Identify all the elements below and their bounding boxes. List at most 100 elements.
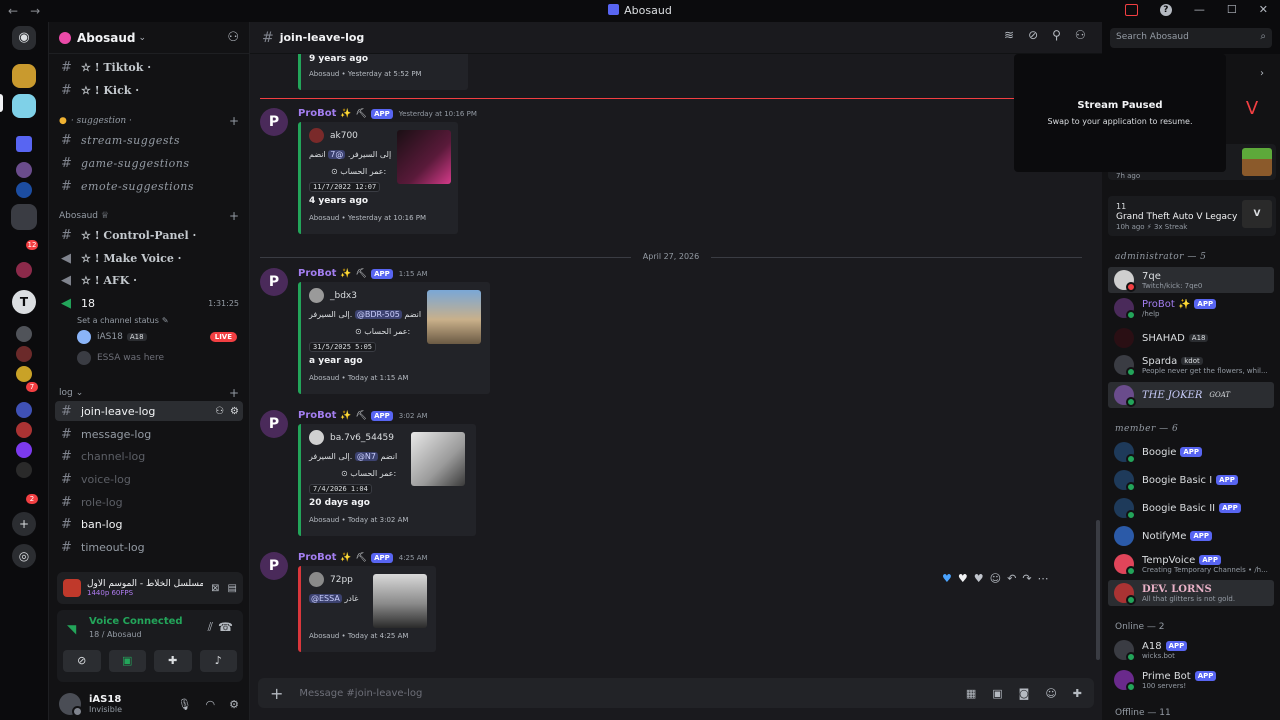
member-the-joker[interactable]: THE JOKER GOAT xyxy=(1108,382,1274,408)
server-icon-t[interactable]: T xyxy=(12,290,36,314)
gif-icon[interactable]: ▣ xyxy=(992,687,1002,700)
server-icon-7[interactable] xyxy=(16,346,32,362)
home-discord-icon[interactable]: ◉ xyxy=(12,26,36,50)
blue-heart-reaction-icon[interactable]: ♥ xyxy=(942,572,952,585)
member-shahad[interactable]: SHAHAD A18 xyxy=(1108,325,1274,351)
channel-channel-log[interactable]: # channel-log xyxy=(55,446,243,466)
gift-icon[interactable]: ▦ xyxy=(966,687,976,700)
server-icon-5[interactable] xyxy=(16,262,32,278)
add-server-icon[interactable]: + xyxy=(12,512,36,536)
now-playing-panel[interactable]: مسلسل الخلاط - الموسم الأول - Ep#1 ... 1… xyxy=(57,572,243,604)
category-suggestion[interactable]: ● · suggestion · + xyxy=(59,113,239,129)
channel-voice-log[interactable]: # voice-log xyxy=(55,469,243,489)
sticker-icon[interactable]: ◙ xyxy=(1019,687,1030,700)
activities-button[interactable]: ✚ xyxy=(154,650,192,672)
chevron-right-icon[interactable]: › xyxy=(1260,68,1264,79)
user-avatar[interactable] xyxy=(59,693,83,717)
server-icon-12[interactable] xyxy=(16,462,32,478)
soundboard-button[interactable]: ♪ xyxy=(199,650,237,672)
message-composer[interactable]: + Message #join-leave-log ▦ ▣ ◙ ☺ ✚ xyxy=(258,678,1094,708)
server-header[interactable]: Abosaud ⌄ ⚇ xyxy=(49,22,249,54)
probot-avatar[interactable]: P xyxy=(260,268,288,296)
member-tempvoice[interactable]: TempVoice APP Creating Temporary Channels … xyxy=(1108,551,1274,577)
add-reaction-icon[interactable]: ☺ xyxy=(990,572,1001,585)
member-a18[interactable]: A18 APP wicks.bot xyxy=(1108,637,1274,663)
activity-card-gta[interactable]: 11 Grand Theft Auto V Legacy 10h ago ⚡ 3… xyxy=(1108,196,1276,236)
stream-settings-icon[interactable]: ▤ xyxy=(228,583,237,594)
forward-icon[interactable]: ↷ xyxy=(1022,572,1031,585)
close-button[interactable]: ✕ xyxy=(1259,3,1268,16)
server-icon-4[interactable] xyxy=(11,204,37,230)
apps-icon[interactable]: ✚ xyxy=(1073,687,1082,700)
server-icon-3[interactable] xyxy=(16,182,32,198)
server-icon-11[interactable] xyxy=(16,442,32,458)
server-icon-10[interactable] xyxy=(16,422,32,438)
voice-user-essa[interactable]: ESSA was here xyxy=(77,349,164,367)
channel-timeout-log[interactable]: # timeout-log xyxy=(55,537,243,557)
grey-heart-reaction-icon[interactable]: ♥ xyxy=(974,572,984,585)
category-log[interactable]: log ⌄ + xyxy=(59,385,239,401)
channel-message-log[interactable]: # message-log xyxy=(55,424,243,444)
server-icon-1[interactable] xyxy=(12,64,36,88)
discover-icon[interactable]: ◎ xyxy=(12,544,36,568)
camera-off-button[interactable]: ⊘ xyxy=(63,650,101,672)
member-prime-bot[interactable]: Prime Bot APP 100 servers! xyxy=(1108,667,1274,693)
more-options-icon[interactable]: ⋯ xyxy=(1038,572,1049,585)
folder-icon[interactable] xyxy=(16,136,32,152)
member-boogie-basic-ii[interactable]: Boogie Basic II APP xyxy=(1108,495,1274,521)
headphones-icon[interactable]: ◠ xyxy=(206,698,216,711)
member-boogie-basic-i[interactable]: Boogie Basic I APP xyxy=(1108,467,1274,493)
channel-tiktok[interactable]: # ☆ ! Tiktok · xyxy=(55,57,243,77)
inbox-icon[interactable] xyxy=(1124,3,1138,16)
probot-avatar[interactable]: P xyxy=(260,410,288,438)
server-icon-2[interactable] xyxy=(16,162,32,178)
channel-control-panel[interactable]: # ☆ ! Control-Panel · xyxy=(55,225,243,245)
reply-icon[interactable]: ↶ xyxy=(1007,572,1016,585)
pin-icon[interactable]: ⚲ xyxy=(1052,28,1061,42)
server-icon-6[interactable] xyxy=(16,326,32,342)
maximize-button[interactable]: ☐ xyxy=(1227,3,1237,16)
white-heart-reaction-icon[interactable]: ♥ xyxy=(958,572,968,585)
user-settings-gear-icon[interactable]: ⚙ xyxy=(229,698,239,711)
category-abosaud[interactable]: Abosaud ♕ + xyxy=(59,208,239,224)
member-7qe[interactable]: 7qe Twitch/kick: 7qe0 xyxy=(1108,267,1274,293)
invite-icon[interactable]: ⚇ xyxy=(215,406,224,417)
member-notifyme[interactable]: NotifyMe APP xyxy=(1108,523,1274,549)
search-input[interactable]: Search Abosaud ⌕ xyxy=(1110,28,1272,48)
add-channel-icon[interactable]: + xyxy=(229,209,239,223)
screen-share-button[interactable]: ▣ xyxy=(108,650,146,672)
emoji-icon[interactable]: ☺ xyxy=(1045,687,1056,700)
server-icon-active[interactable] xyxy=(12,94,36,118)
voice-channel-18[interactable]: ◀ 18 1:31:25 xyxy=(55,293,243,313)
add-member-icon[interactable]: ⚇ xyxy=(227,30,239,45)
threads-icon[interactable]: ≋ xyxy=(1004,28,1014,42)
noise-suppression-icon[interactable]: ⫽ xyxy=(208,620,213,635)
notifications-muted-icon[interactable]: ⊘ xyxy=(1028,28,1038,42)
minimize-button[interactable]: — xyxy=(1194,3,1205,16)
voice-channel-afk[interactable]: ◀ ☆ ! AFK · xyxy=(55,270,243,290)
stop-stream-icon[interactable]: ⊠ xyxy=(211,583,219,594)
probot-avatar[interactable]: P xyxy=(260,552,288,580)
add-channel-icon[interactable]: + xyxy=(229,386,239,400)
channel-join-leave-log[interactable]: # join-leave-log ⚇ ⚙ xyxy=(55,401,243,421)
member-list-icon[interactable]: ⚇ xyxy=(1075,28,1086,42)
signal-icon[interactable]: ◥ xyxy=(67,622,76,636)
help-icon[interactable]: ? xyxy=(1159,3,1172,16)
channel-game-suggestions[interactable]: # game-suggestions xyxy=(55,153,243,173)
chat-scrollbar[interactable] xyxy=(1096,520,1100,660)
user-thumbnail[interactable] xyxy=(411,432,465,486)
user-thumbnail[interactable] xyxy=(373,574,427,628)
channel-role-log[interactable]: # role-log xyxy=(55,492,243,512)
server-icon-9[interactable] xyxy=(16,402,32,418)
channel-status-prompt[interactable]: Set a channel status ✎ xyxy=(77,311,169,329)
server-icon-8[interactable] xyxy=(16,366,32,382)
microphone-icon[interactable]: 🎙︎ xyxy=(178,698,192,711)
channel-ban-log[interactable]: # ban-log xyxy=(55,514,243,534)
message-input[interactable]: Message #join-leave-log xyxy=(299,688,422,699)
channel-stream-suggests[interactable]: # stream-suggests xyxy=(55,130,243,150)
member-dev-lorns[interactable]: DEV. LORNS All that glitters is not gold. xyxy=(1108,580,1274,606)
probot-avatar[interactable]: P xyxy=(260,108,288,136)
settings-gear-icon[interactable]: ⚙ xyxy=(230,406,239,417)
voice-channel-make-voice[interactable]: ◀ ☆ ! Make Voice · xyxy=(55,248,243,268)
member-probot[interactable]: ProBot ✨ APP/help xyxy=(1108,295,1274,321)
